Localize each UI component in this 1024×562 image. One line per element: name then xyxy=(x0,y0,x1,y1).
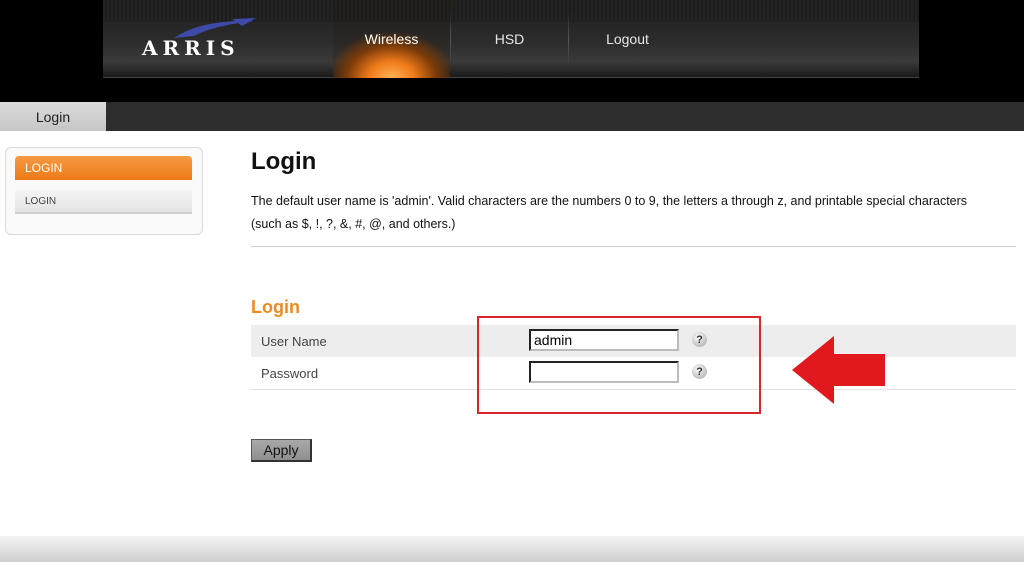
nav-item-label: HSD xyxy=(494,31,525,47)
red-arrow-icon xyxy=(792,336,885,404)
nav-item-label: Wireless xyxy=(364,31,419,47)
nav-item-logout[interactable]: Logout xyxy=(569,0,686,78)
section-divider xyxy=(251,246,1016,247)
page-title: Login xyxy=(251,148,317,175)
description-line: The default user name is 'admin'. Valid … xyxy=(251,194,968,208)
nav-item-label: Logout xyxy=(606,31,649,47)
nav-item-wireless[interactable]: Wireless xyxy=(333,0,450,78)
password-label: Password xyxy=(261,365,319,381)
password-input[interactable] xyxy=(529,361,679,383)
row-divider xyxy=(251,389,1016,390)
footer-bar xyxy=(0,536,1024,562)
brand-name: ARRIS xyxy=(142,36,240,60)
help-icon[interactable]: ? xyxy=(692,364,707,379)
apply-button[interactable]: Apply xyxy=(251,439,312,462)
username-row: User Name ? xyxy=(251,325,1016,357)
help-icon[interactable]: ? xyxy=(692,332,707,347)
sidebar-item-label: LOGIN xyxy=(25,195,57,207)
sidebar-header-login[interactable]: LOGIN xyxy=(15,156,192,180)
tab-label: Login xyxy=(35,108,71,125)
arris-logo: ARRIS xyxy=(142,18,262,60)
username-label: User Name xyxy=(261,333,327,349)
page-description: The default user name is 'admin'. Valid … xyxy=(251,190,1011,236)
main-nav: Wireless HSD Logout xyxy=(333,0,686,78)
password-row: Password ? xyxy=(251,357,1016,389)
sidebar-header-label: LOGIN xyxy=(25,161,63,175)
username-input[interactable] xyxy=(529,329,679,351)
nav-item-hsd[interactable]: HSD xyxy=(451,0,568,78)
section-title: Login xyxy=(251,297,300,317)
sub-nav-bar: Login xyxy=(0,102,1024,131)
tab-login[interactable]: Login xyxy=(0,102,106,131)
sidebar-item-login[interactable]: LOGIN xyxy=(15,190,192,214)
description-line: (such as $, !, ?, &, #, @, and others.) xyxy=(251,217,456,231)
sidebar: LOGIN LOGIN xyxy=(5,147,203,235)
